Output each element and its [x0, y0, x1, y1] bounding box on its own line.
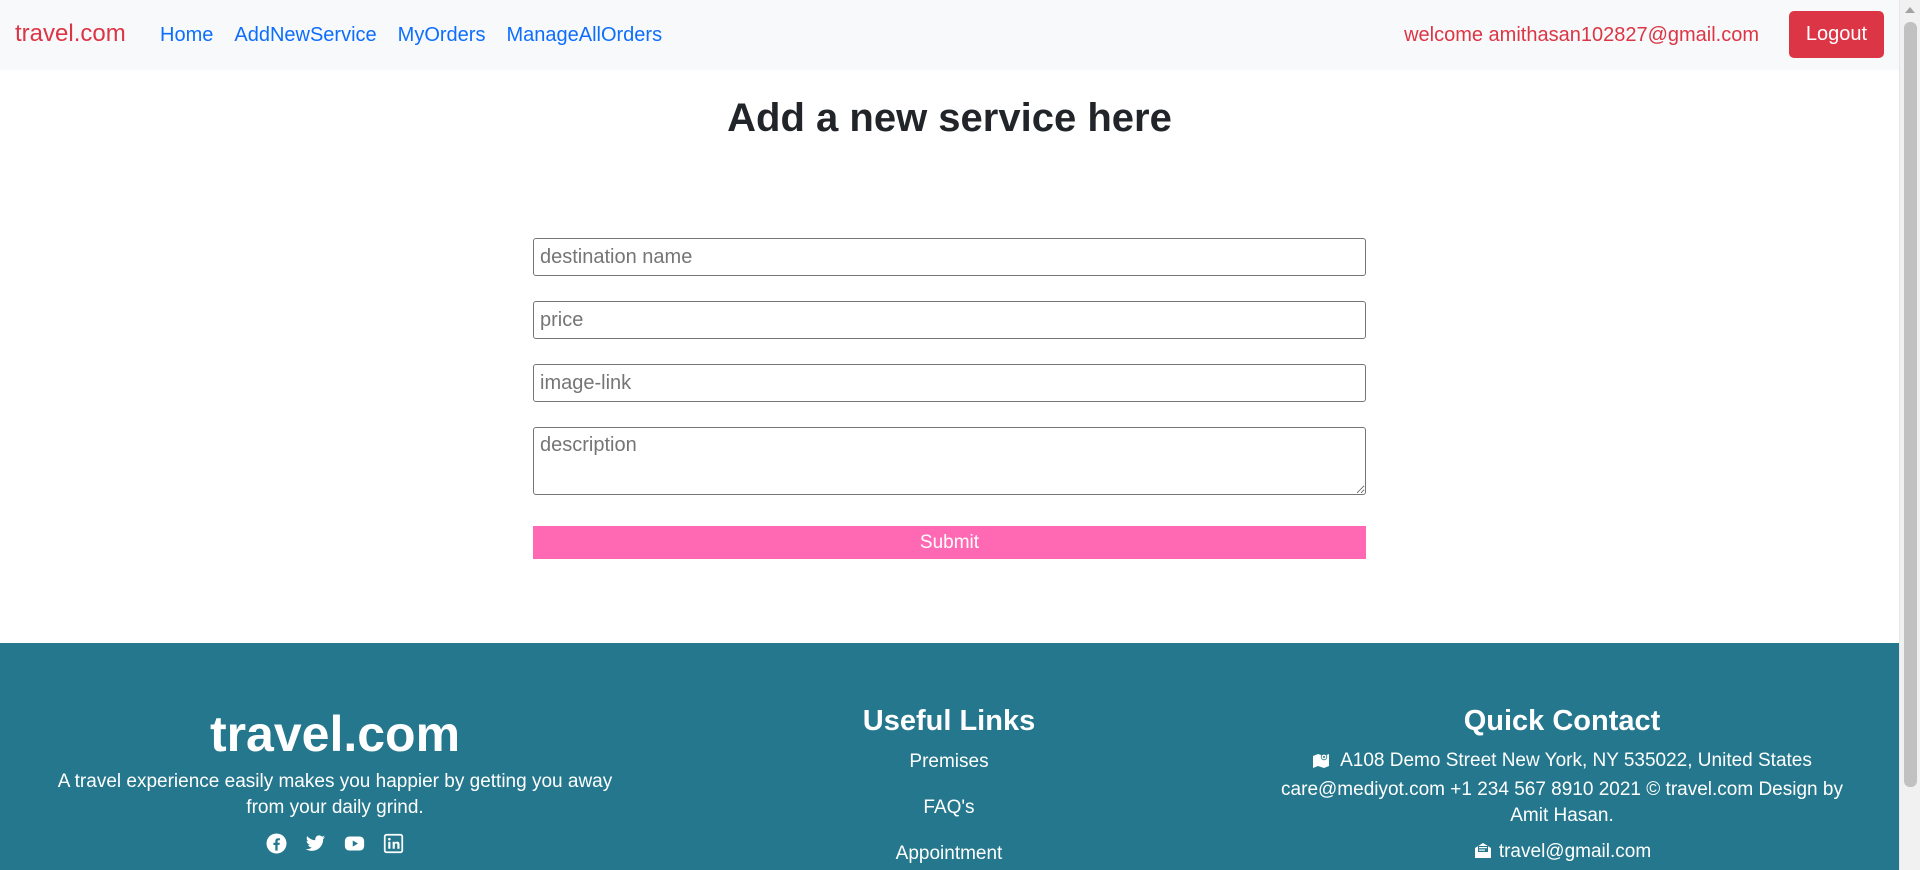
nav-links: Home AddNewService MyOrders ManageAllOrd… [160, 24, 683, 47]
page-scrollbar[interactable] [1899, 0, 1920, 870]
nav-link-home[interactable]: Home [160, 24, 213, 47]
footer-tagline: A travel experience easily makes you hap… [57, 771, 613, 818]
image-link-input[interactable] [533, 364, 1366, 402]
envelope-icon [1473, 842, 1493, 866]
twitter-icon[interactable] [305, 833, 326, 854]
youtube-icon[interactable] [344, 833, 365, 854]
scrollbar-thumb[interactable] [1904, 22, 1917, 787]
footer: travel.com A travel experience easily ma… [0, 643, 1899, 870]
map-marker-icon [1312, 751, 1334, 777]
footer-useful-links: Useful Links Premises FAQ's Appointment [749, 643, 1149, 870]
footer-link-premises[interactable]: Premises [749, 744, 1149, 780]
quick-contact-title: Quick Contact [1463, 705, 1661, 737]
footer-brand: travel.com [209, 706, 461, 762]
scroll-up-arrow-icon[interactable] [1905, 7, 1915, 13]
submit-button[interactable]: Submit [533, 526, 1366, 559]
footer-quick-contact: Quick Contact A108 Demo Street New York,… [1262, 643, 1862, 866]
nav-link-add-new-service[interactable]: AddNewService [234, 24, 376, 47]
footer-about: travel.com A travel experience easily ma… [35, 643, 635, 854]
footer-link-faqs[interactable]: FAQ's [749, 790, 1149, 826]
nav-link-manage-all-orders[interactable]: ManageAllOrders [506, 24, 662, 47]
social-links [35, 833, 635, 854]
facebook-icon[interactable] [266, 833, 287, 854]
useful-links-title: Useful Links [862, 705, 1036, 737]
page-title: Add a new service here [727, 96, 1172, 140]
nav-link-my-orders[interactable]: MyOrders [398, 24, 486, 47]
description-textarea[interactable] [533, 427, 1366, 495]
destination-name-input[interactable] [533, 238, 1366, 276]
logout-button[interactable]: Logout [1789, 11, 1884, 58]
navbar: travel.com Home AddNewService MyOrders M… [0, 0, 1899, 70]
contact-address-block: A108 Demo Street New York, NY 535022, Un… [1262, 748, 1862, 829]
contact-email-row: travel@gmail.com [1262, 841, 1862, 866]
welcome-text: welcome amithasan102827@gmail.com [1404, 24, 1759, 46]
linkedin-icon[interactable] [383, 833, 404, 854]
price-input[interactable] [533, 301, 1366, 339]
footer-link-appointment[interactable]: Appointment [749, 836, 1149, 870]
contact-address: A108 Demo Street New York, NY 535022, Un… [1281, 750, 1843, 826]
contact-email[interactable]: travel@gmail.com [1499, 841, 1651, 862]
brand-link[interactable]: travel.com [15, 20, 126, 48]
